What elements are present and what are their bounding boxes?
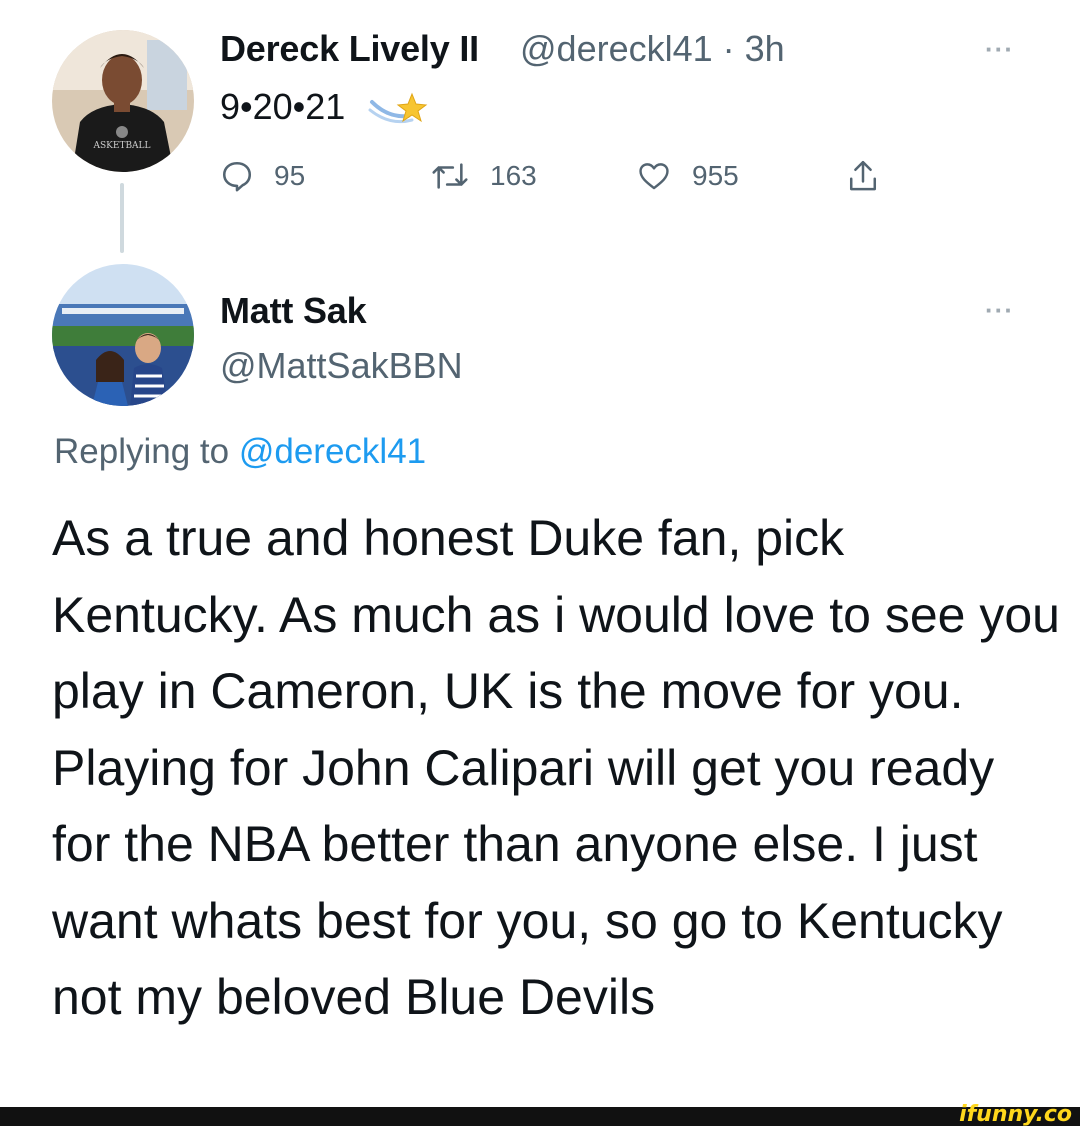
retweet-button[interactable]: 163	[430, 156, 537, 196]
svg-text:ASKETBALL: ASKETBALL	[92, 141, 150, 151]
shooting-star-icon	[368, 80, 428, 130]
reply-icon	[222, 161, 252, 192]
replying-to-line: Replying to @dereckl41	[54, 432, 426, 472]
retweet-icon	[432, 163, 468, 189]
replying-prefix: Replying to	[54, 432, 230, 471]
reply-author-handle[interactable]: @MattSakBBN	[220, 345, 463, 387]
share-button[interactable]	[846, 156, 900, 196]
matt-avatar[interactable]	[52, 264, 194, 406]
replying-mention-link[interactable]: @dereckl41	[239, 432, 426, 471]
retweet-count: 163	[490, 160, 537, 191]
like-count: 955	[692, 160, 739, 191]
ifunny-watermark: ifunny.co	[959, 1102, 1072, 1126]
like-button[interactable]: 955	[636, 156, 739, 196]
thread-line	[120, 183, 124, 253]
reply-author-name[interactable]: Matt Sak	[220, 290, 367, 332]
share-icon	[849, 160, 877, 191]
reply-button[interactable]: 95	[220, 156, 305, 196]
reply-count: 95	[274, 160, 306, 191]
footer-bar	[0, 1107, 1080, 1126]
tweet-text: 9•20•21	[220, 86, 346, 127]
dereck-avatar[interactable]: ASKETBALL	[52, 30, 194, 172]
heart-icon	[639, 163, 669, 190]
reply-text: As a true and honest Duke fan, pick Kent…	[52, 510, 1060, 1025]
tweet-author-name[interactable]: Dereck Lively II	[220, 28, 479, 70]
reply-more-button[interactable]: ···	[985, 295, 1014, 326]
tweet-more-button[interactable]: ···	[985, 34, 1014, 65]
tweet-author-handle[interactable]: @dereckl41 · 3h	[520, 28, 785, 70]
